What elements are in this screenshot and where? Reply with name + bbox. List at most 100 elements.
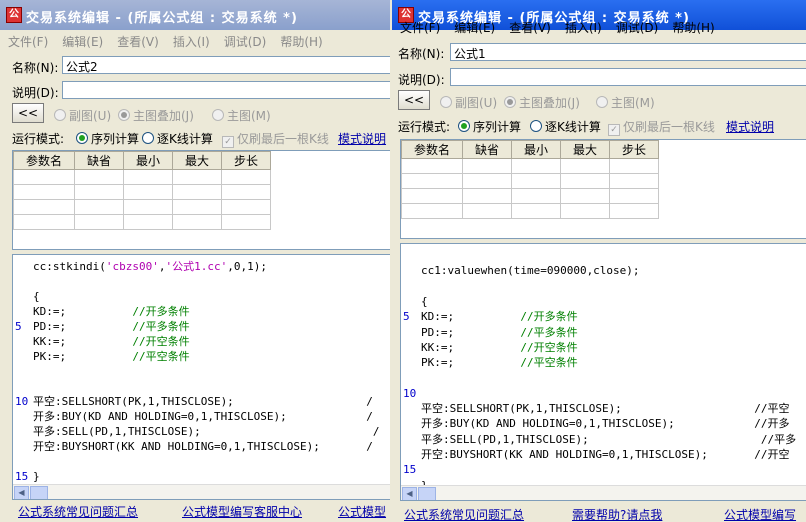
name-input[interactable]: 公式1 bbox=[450, 43, 806, 61]
code-line[interactable]: KK:=; //开空条件 bbox=[421, 340, 578, 355]
description-input[interactable] bbox=[62, 81, 390, 99]
param-header-min[interactable]: 最小 bbox=[511, 140, 561, 159]
param-header-max[interactable]: 最大 bbox=[560, 140, 610, 159]
code-line[interactable]: 开空:BUYSHORT(KK AND HOLDING=0,1,THISCLOSE… bbox=[421, 447, 790, 462]
mode-kline-radio[interactable]: 逐K线计算 bbox=[530, 118, 601, 135]
table-row[interactable] bbox=[13, 184, 271, 200]
param-header-step[interactable]: 步长 bbox=[221, 151, 271, 170]
code-token: KD:=; bbox=[421, 310, 521, 324]
code-line[interactable]: PK:=; //平空条件 bbox=[421, 355, 578, 370]
horizontal-scrollbar[interactable]: ◀ bbox=[401, 485, 806, 500]
table-row[interactable] bbox=[401, 188, 659, 204]
code-line[interactable]: { bbox=[33, 289, 40, 304]
param-header-default[interactable]: 缺省 bbox=[74, 151, 124, 170]
radio-main-chart[interactable]: 主图(M) bbox=[596, 94, 655, 111]
menu-insert[interactable]: 插入(I) bbox=[165, 30, 216, 50]
menu-file[interactable]: 文件(F) bbox=[0, 30, 54, 50]
refresh-last-bar-checkbox[interactable]: ✓ 仅刷最后一根K线 bbox=[222, 130, 329, 148]
param-header-step[interactable]: 步长 bbox=[609, 140, 659, 159]
table-row[interactable] bbox=[13, 214, 271, 230]
menu-view[interactable]: 查看(V) bbox=[501, 16, 557, 36]
code-line[interactable]: 平空:SELLSHORT(PK,1,THISCLOSE); //平空 bbox=[421, 401, 790, 416]
menu-bar: 文件(F) 编辑(E) 查看(V) 插入(I) 调试(D) 帮助(H) bbox=[392, 16, 806, 36]
menu-file[interactable]: 文件(F) bbox=[392, 16, 446, 36]
refresh-last-bar-checkbox[interactable]: ✓ 仅刷最后一根K线 bbox=[608, 118, 715, 136]
code-line[interactable]: cc1:valuewhen(time=090000,close); bbox=[421, 263, 640, 278]
radio-sub-chart[interactable]: 副图(U) bbox=[440, 94, 497, 111]
table-row[interactable] bbox=[13, 169, 271, 185]
menu-view[interactable]: 查看(V) bbox=[109, 30, 165, 50]
param-header-max[interactable]: 最大 bbox=[172, 151, 222, 170]
table-row[interactable] bbox=[13, 199, 271, 215]
code-token: 'cbzs00' bbox=[105, 260, 159, 273]
code-line[interactable]: KD:=; //开多条件 bbox=[421, 309, 578, 324]
param-header-name[interactable]: 参数名 bbox=[401, 140, 463, 159]
menu-help[interactable]: 帮助(H) bbox=[272, 30, 328, 50]
code-token: { bbox=[33, 290, 40, 303]
code-line[interactable]: cc:stkindi('cbzs00','公式1.cc',0,1); bbox=[33, 259, 267, 274]
horizontal-scrollbar[interactable]: ◀ bbox=[13, 484, 390, 499]
code-line[interactable]: KD:=; //开多条件 bbox=[33, 304, 190, 319]
name-input[interactable]: 公式2 bbox=[62, 56, 390, 74]
code-editor[interactable]: 5 10 15 cc1:valuewhen(time=090000,close); {… bbox=[400, 243, 806, 501]
scroll-left-icon[interactable]: ◀ bbox=[14, 486, 29, 499]
formula-model-link[interactable]: 公式模型编写 bbox=[724, 506, 796, 522]
collapse-button[interactable]: << bbox=[398, 90, 430, 110]
code-line[interactable]: PD:=; //平多条件 bbox=[421, 325, 578, 340]
code-token: //开多条件 bbox=[132, 305, 190, 318]
radio-main-chart[interactable]: 主图(M) bbox=[212, 107, 271, 124]
description-input[interactable] bbox=[450, 68, 806, 86]
menu-debug[interactable]: 调试(D) bbox=[608, 16, 665, 36]
menu-help[interactable]: 帮助(H) bbox=[664, 16, 720, 36]
code-line[interactable]: 开空:BUYSHORT(KK AND HOLDING=0,1,THISCLOSE… bbox=[33, 439, 373, 454]
code-line[interactable]: 平多:SELL(PD,1,THISCLOSE); / bbox=[33, 424, 380, 439]
mode-help-link[interactable]: 模式说明 bbox=[726, 118, 774, 135]
menu-insert[interactable]: 插入(I) bbox=[557, 16, 608, 36]
table-row[interactable] bbox=[401, 203, 659, 219]
mode-sequence-radio[interactable]: 序列计算 bbox=[458, 118, 521, 135]
run-mode-label: 运行模式: bbox=[398, 120, 451, 134]
code-line[interactable]: { bbox=[421, 294, 428, 309]
radio-main-overlay[interactable]: 主图叠加(J) bbox=[504, 94, 580, 111]
code-token: 平多:SELL(PD,1,THISCLOSE); / bbox=[33, 425, 380, 438]
parameter-table[interactable]: 参数名 缺省 最小 最大 步长 bbox=[400, 139, 806, 239]
help-links: 公式系统常见问题汇总 公式模型编写客服中心 公式模型 bbox=[0, 503, 390, 521]
scroll-left-icon[interactable]: ◀ bbox=[402, 487, 417, 500]
line-number: 10 bbox=[15, 395, 29, 408]
code-line[interactable]: 平空:SELLSHORT(PK,1,THISCLOSE); / bbox=[33, 394, 373, 409]
code-line[interactable]: PD:=; //平多条件 bbox=[33, 319, 190, 334]
scroll-thumb[interactable] bbox=[418, 487, 436, 500]
scroll-thumb[interactable] bbox=[30, 486, 48, 499]
param-header-name[interactable]: 参数名 bbox=[13, 151, 75, 170]
table-row[interactable] bbox=[401, 158, 659, 174]
radio-main-overlay[interactable]: 主图叠加(J) bbox=[118, 107, 194, 124]
title-bar[interactable]: 公 交易系统编辑 - (所属公式组 : 交易系统 *) bbox=[0, 0, 390, 30]
run-mode-label: 运行模式: bbox=[12, 132, 65, 146]
mode-sequence-radio[interactable]: 序列计算 bbox=[76, 130, 139, 147]
faq-link[interactable]: 公式系统常见问题汇总 bbox=[404, 506, 524, 522]
code-line[interactable]: KK:=; //开空条件 bbox=[33, 334, 190, 349]
radio-circle-icon bbox=[530, 120, 542, 132]
menu-edit[interactable]: 编辑(E) bbox=[54, 30, 109, 50]
need-help-link[interactable]: 需要帮助?请点我 bbox=[572, 506, 662, 522]
code-line[interactable]: PK:=; //平空条件 bbox=[33, 349, 190, 364]
formula-model-link[interactable]: 公式模型 bbox=[338, 503, 386, 520]
mode-kline-radio[interactable]: 逐K线计算 bbox=[142, 130, 213, 147]
collapse-button[interactable]: << bbox=[12, 103, 44, 123]
menu-edit[interactable]: 编辑(E) bbox=[446, 16, 501, 36]
code-line[interactable]: 开多:BUY(KD AND HOLDING=0,1,THISCLOSE); / bbox=[33, 409, 373, 424]
param-header-min[interactable]: 最小 bbox=[123, 151, 173, 170]
mode-help-link[interactable]: 模式说明 bbox=[338, 130, 386, 147]
faq-link[interactable]: 公式系统常见问题汇总 bbox=[18, 503, 138, 520]
table-row[interactable] bbox=[401, 173, 659, 189]
code-line[interactable]: 平多:SELL(PD,1,THISCLOSE); //平多 bbox=[421, 432, 796, 447]
code-editor[interactable]: 5 10 15 cc:stkindi('cbzs00','公式1.cc',0,1);… bbox=[12, 254, 390, 500]
formula-editor-window-2: 公 交易系统编辑 - (所属公式组 : 交易系统 *) 文件(F) 编辑(E) 查看… bbox=[392, 0, 806, 522]
radio-sub-chart[interactable]: 副图(U) bbox=[54, 107, 111, 124]
support-center-link[interactable]: 公式模型编写客服中心 bbox=[182, 503, 302, 520]
code-line[interactable]: } bbox=[33, 469, 40, 484]
param-header-default[interactable]: 缺省 bbox=[462, 140, 512, 159]
parameter-table[interactable]: 参数名 缺省 最小 最大 步长 bbox=[12, 150, 390, 250]
code-line[interactable]: 开多:BUY(KD AND HOLDING=0,1,THISCLOSE); //… bbox=[421, 416, 790, 431]
menu-debug[interactable]: 调试(D) bbox=[216, 30, 273, 50]
